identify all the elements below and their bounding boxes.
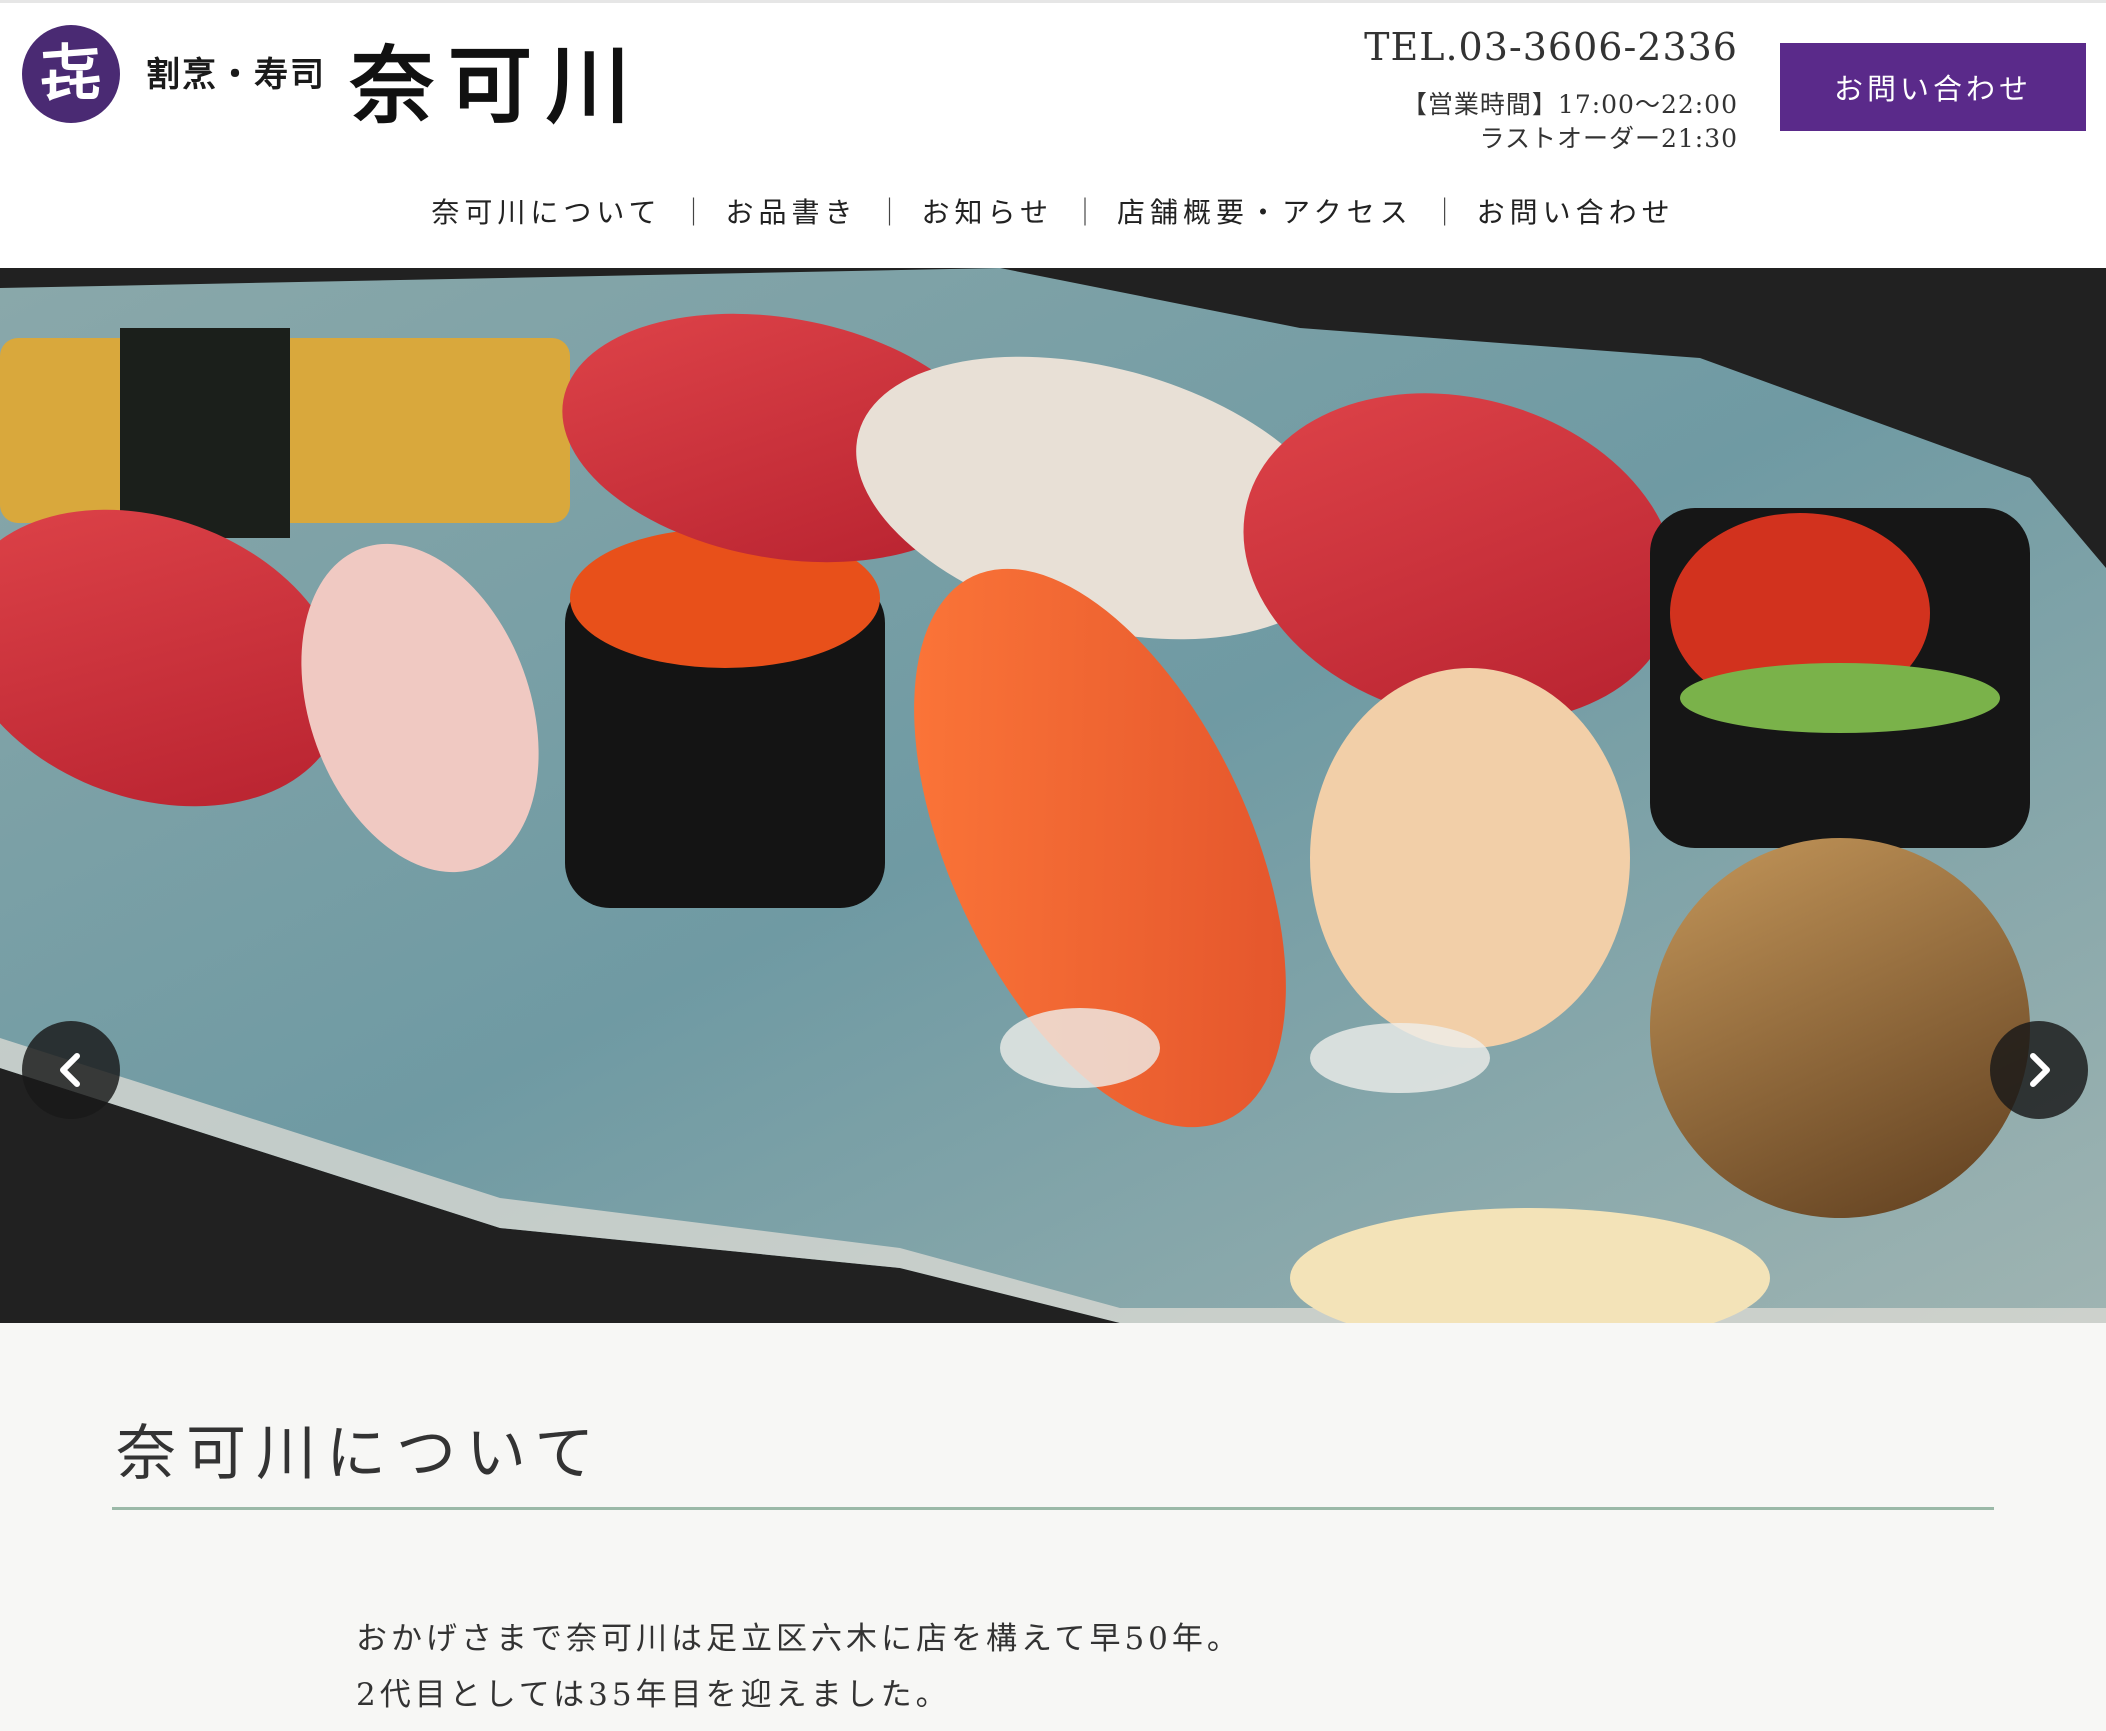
slider-prev-button[interactable]: [22, 1021, 120, 1119]
contact-button[interactable]: お問い合わせ: [1780, 43, 2086, 131]
logo-mark-glyph: 㐂: [39, 37, 102, 110]
nav-item-news[interactable]: お知らせ: [922, 191, 1053, 231]
hero-slider: [0, 268, 2106, 1323]
slider-next-button[interactable]: [1990, 1021, 2088, 1119]
logo-mark[interactable]: 㐂: [22, 25, 120, 123]
chevron-right-icon: [2030, 1053, 2050, 1087]
logo-title[interactable]: 奈可川: [350, 19, 644, 140]
section-divider: [112, 1507, 1994, 1510]
hero-sushi-image: [0, 268, 2106, 1323]
about-heading: 奈可川について: [116, 1419, 605, 1489]
nav-separator: ｜: [1430, 196, 1459, 229]
main-nav: 奈可川について ｜ お品書き ｜ お知らせ ｜ 店舗概要・アクセス ｜ お問い合…: [0, 191, 2106, 231]
last-order: ラストオーダー21:30: [1479, 124, 1738, 153]
phone-number[interactable]: TEL.03-3606-2336: [1364, 25, 1738, 69]
nav-item-menu[interactable]: お品書き: [726, 191, 858, 231]
site-header: 㐂 割烹・寿司 奈可川 TEL.03-3606-2336 【営業時間】17:00…: [0, 3, 2106, 268]
about-paragraph-1: おかげさまで奈可川は足立区六木に店を構えて早50年。: [356, 1621, 1242, 1657]
about-paragraph-2: 2代目としては35年目を迎えました。: [356, 1677, 951, 1713]
nav-item-about[interactable]: 奈可川について: [431, 191, 661, 231]
nav-separator: ｜: [875, 196, 904, 229]
about-section: 奈可川について おかげさまで奈可川は足立区六木に店を構えて早50年。 2代目とし…: [0, 1323, 2106, 1731]
nav-separator: ｜: [679, 196, 708, 229]
nav-separator: ｜: [1071, 196, 1100, 229]
logo-subtitle: 割烹・寿司: [146, 55, 326, 95]
business-hours: 【営業時間】17:00〜22:00: [1401, 90, 1738, 119]
chevron-left-icon: [60, 1053, 80, 1087]
nav-item-access[interactable]: 店舗概要・アクセス: [1117, 191, 1413, 231]
nav-item-contact[interactable]: お問い合わせ: [1477, 191, 1675, 231]
